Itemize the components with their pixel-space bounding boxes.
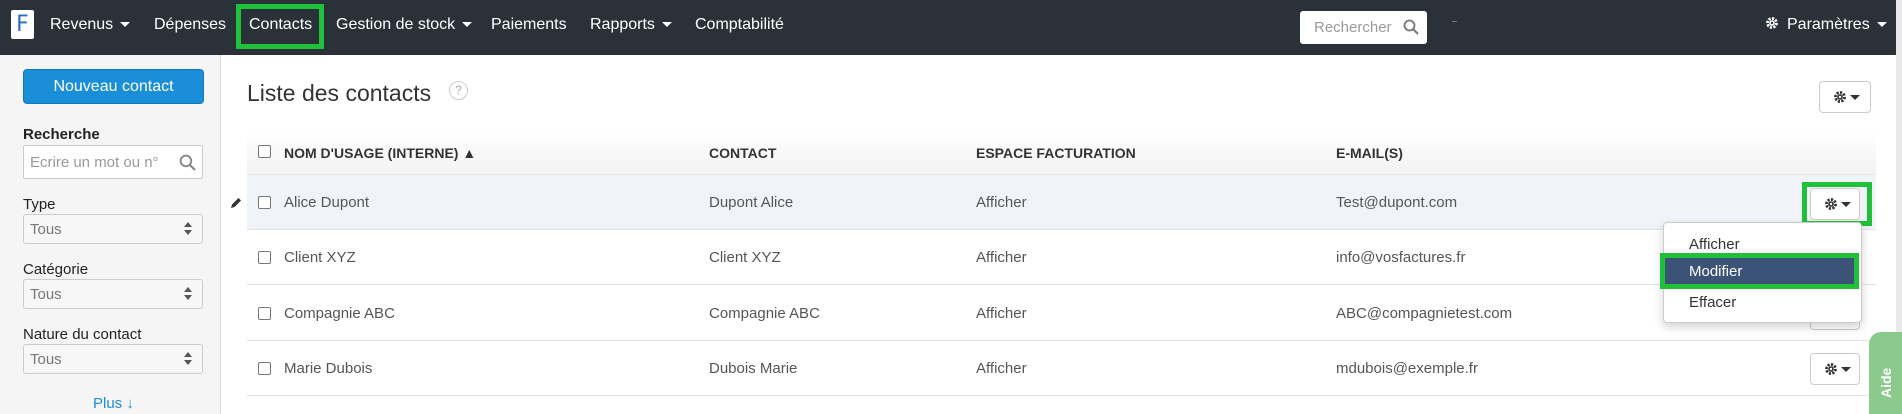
select-arrows-icon	[184, 222, 192, 238]
column-header-email[interactable]: E-MAIL(S)	[1336, 145, 1403, 161]
contact-nature-select[interactable]: Tous	[23, 344, 203, 374]
cell-contact: Dupont Alice	[709, 194, 794, 211]
select-all-checkbox[interactable]	[258, 145, 271, 158]
help-tab[interactable]: Aide	[1869, 332, 1902, 414]
active-row-actions-highlight	[1802, 182, 1872, 226]
caret-down-icon	[661, 22, 672, 28]
pencil-icon[interactable]	[229, 196, 243, 210]
page-title: Liste des contacts	[247, 80, 432, 106]
search-input[interactable]: Ecrire un mot ou n°	[23, 145, 203, 179]
global-search-input[interactable]: Rechercher	[1300, 11, 1427, 44]
column-header-billing[interactable]: ESPACE FACTURATION	[976, 145, 1136, 161]
table-row[interactable]: Compagnie ABC Compagnie ABC Afficher ABC…	[247, 286, 1876, 341]
table-row[interactable]: Client XYZ Client XYZ Afficher info@vosf…	[247, 230, 1876, 285]
row-checkbox[interactable]	[258, 196, 271, 209]
cell-name[interactable]: Client XYZ	[284, 249, 356, 266]
type-select[interactable]: Tous	[23, 214, 203, 244]
search-icon[interactable]	[1403, 19, 1419, 35]
row-checkbox[interactable]	[258, 362, 271, 375]
caret-down-icon	[1841, 367, 1851, 372]
cell-billing-link[interactable]: Afficher	[976, 249, 1027, 266]
cell-email: ABC@compagnietest.com	[1336, 305, 1513, 322]
table-header: NOM D'USAGE (INTERNE) ▲ CONTACT ESPACE F…	[247, 129, 1876, 175]
gear-icon	[1766, 16, 1778, 29]
select-arrows-icon	[184, 352, 192, 368]
caret-down-icon	[1850, 95, 1860, 100]
table-settings-button[interactable]	[1819, 81, 1871, 113]
category-select[interactable]: Tous	[23, 279, 203, 309]
app-logo[interactable]: F	[11, 10, 34, 39]
row-actions-button[interactable]	[1810, 353, 1860, 385]
contact-nature-label: Nature du contact	[23, 326, 142, 343]
active-nav-highlight	[236, 4, 324, 49]
nav-separator	[1452, 21, 1457, 22]
cell-contact: Client XYZ	[709, 249, 781, 266]
nav-comptabilite[interactable]: Comptabilité	[695, 0, 784, 55]
cell-contact: Dubois Marie	[709, 360, 798, 377]
row-checkbox[interactable]	[258, 251, 271, 264]
row-checkbox[interactable]	[258, 307, 271, 320]
type-label: Type	[23, 196, 56, 213]
nav-gestion-de-stock[interactable]: Gestion de stock	[336, 0, 473, 55]
cell-email: mdubois@exemple.fr	[1336, 360, 1478, 377]
category-label: Catégorie	[23, 261, 89, 278]
caret-down-icon	[120, 22, 131, 28]
search-label: Recherche	[23, 126, 100, 143]
gear-icon	[1825, 363, 1837, 375]
table-row[interactable]: Alice Dupont Dupont Alice Afficher Test@…	[247, 175, 1876, 230]
column-header-contact[interactable]: CONTACT	[709, 145, 776, 161]
settings-menu[interactable]: Paramètres	[1765, 0, 1887, 55]
cell-billing-link[interactable]: Afficher	[976, 194, 1027, 211]
new-contact-button[interactable]: Nouveau contact	[23, 69, 204, 104]
help-icon[interactable]: ?	[449, 81, 468, 100]
cell-billing-link[interactable]: Afficher	[976, 360, 1027, 377]
nav-depenses[interactable]: Dépenses	[154, 0, 226, 55]
table-row[interactable]: Marie Dubois Dubois Marie Afficher mdubo…	[247, 341, 1876, 396]
menu-item-effacer[interactable]: Effacer	[1689, 294, 1736, 311]
cell-contact: Compagnie ABC	[709, 305, 820, 322]
select-arrows-icon	[184, 287, 192, 303]
menu-item-modifier[interactable]: Modifier	[1660, 253, 1859, 289]
cell-name[interactable]: Marie Dubois	[284, 360, 372, 377]
cell-name[interactable]: Alice Dupont	[284, 194, 369, 211]
caret-down-icon	[462, 22, 473, 28]
top-navbar: F Revenus Dépenses Contacts Gestion de s…	[0, 0, 1902, 55]
cell-email: info@vosfactures.fr	[1336, 249, 1466, 266]
column-header-name[interactable]: NOM D'USAGE (INTERNE) ▲	[284, 145, 476, 161]
menu-item-afficher[interactable]: Afficher	[1689, 236, 1740, 253]
cell-name[interactable]: Compagnie ABC	[284, 305, 395, 322]
nav-revenus[interactable]: Revenus	[50, 0, 131, 55]
gear-icon	[1834, 91, 1846, 103]
cell-email: Test@dupont.com	[1336, 194, 1458, 211]
nav-rapports[interactable]: Rapports	[590, 0, 672, 55]
nav-paiements[interactable]: Paiements	[491, 0, 567, 55]
search-icon[interactable]	[179, 154, 196, 171]
cell-billing-link[interactable]: Afficher	[976, 305, 1027, 322]
more-filters-link[interactable]: Plus ↓	[93, 395, 134, 412]
caret-down-icon	[1876, 22, 1887, 28]
